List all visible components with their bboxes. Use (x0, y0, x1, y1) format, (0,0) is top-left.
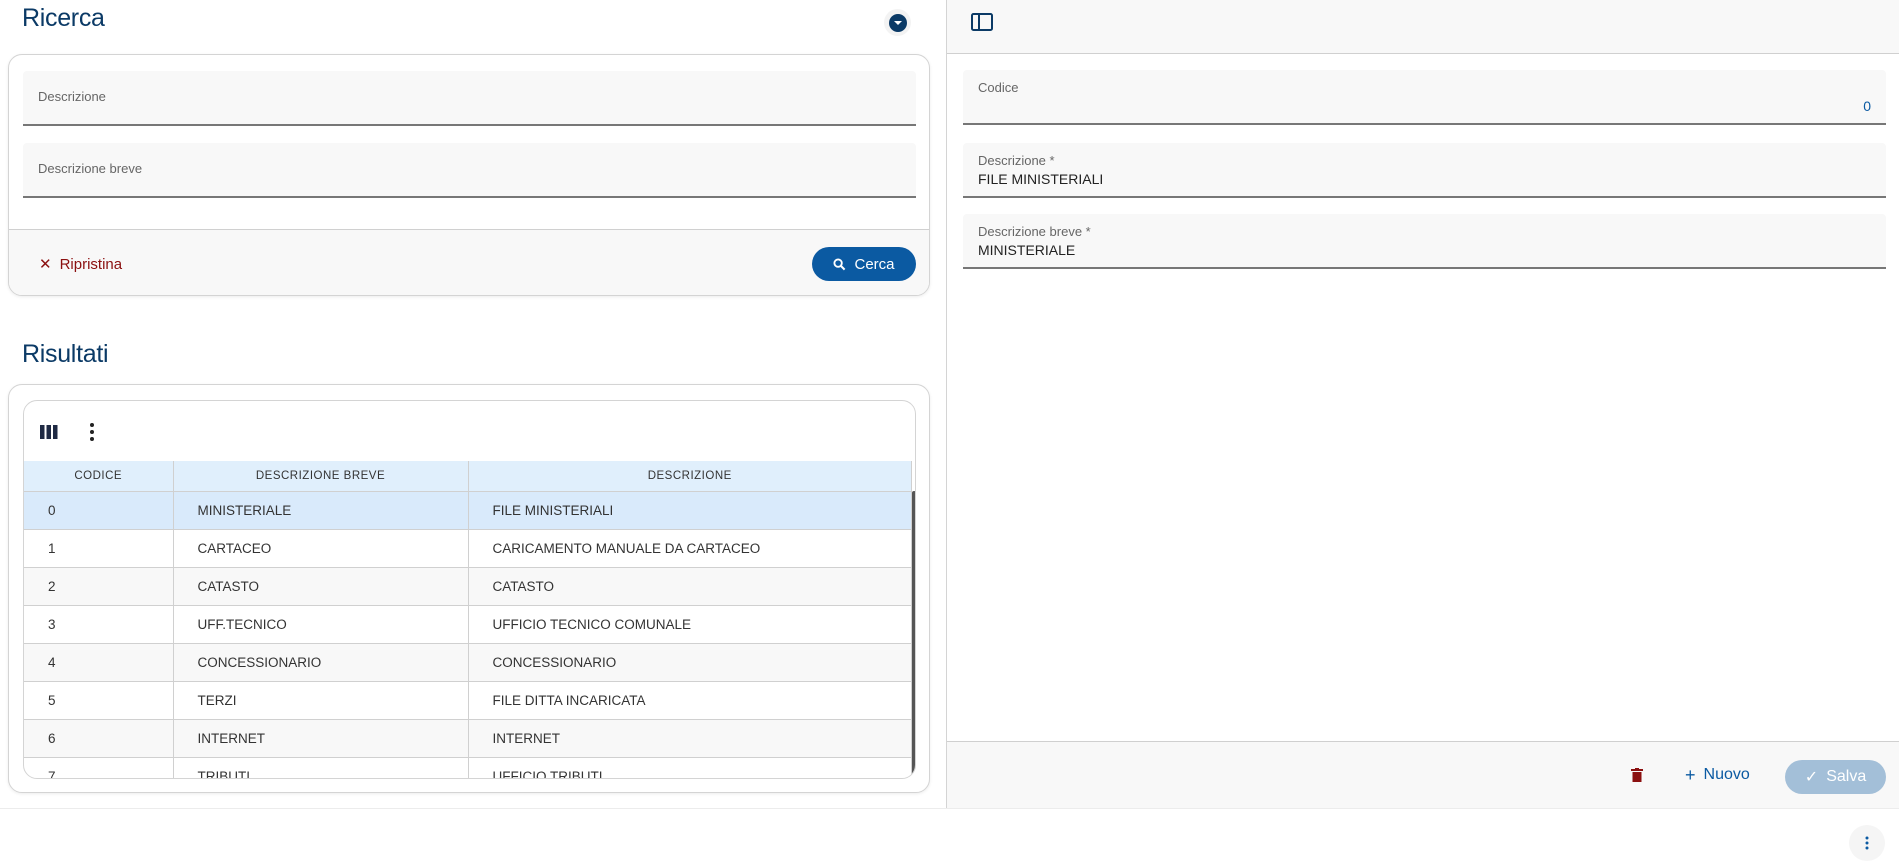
table-row[interactable]: 4 CONCESSIONARIO CONCESSIONARIO (24, 643, 912, 682)
reset-button[interactable]: ✕ Ripristina (39, 250, 122, 278)
table-cell: 2 (24, 567, 174, 606)
table-cell: CATASTO (173, 567, 469, 606)
table-cell: INTERNET (468, 719, 912, 758)
results-card: CODICE DESCRIZIONE BREVE DESCRIZIONE 0 MI… (8, 384, 930, 793)
table-cell: 6 (24, 719, 174, 758)
new-label: Nuovo (1703, 766, 1750, 783)
search-icon (833, 257, 846, 270)
columns-icon[interactable] (40, 425, 58, 439)
field-label: Descrizione * (978, 153, 1055, 168)
search-descrizione-field[interactable]: Descrizione (23, 71, 916, 126)
table-cell: FILE MINISTERIALI (468, 491, 912, 530)
new-button[interactable]: + Nuovo (1685, 760, 1750, 790)
save-label: Salva (1826, 768, 1867, 785)
save-button[interactable]: ✓ Salva (1785, 760, 1886, 794)
trash-icon[interactable] (1631, 768, 1643, 782)
table-row[interactable]: 6 INTERNET INTERNET (24, 719, 912, 758)
table-row[interactable]: 5 TERZI FILE DITTA INCARICATA (24, 681, 912, 720)
search-title: Ricerca (22, 4, 105, 32)
table-cell: CONCESSIONARIO (468, 643, 912, 682)
results-grid: CODICE DESCRIZIONE BREVE DESCRIZIONE 0 MI… (23, 400, 916, 779)
more-vertical-icon (1865, 836, 1869, 850)
field-label: Descrizione breve (38, 161, 143, 176)
search-card: Descrizione Descrizione breve ✕ Ripristi… (8, 54, 930, 296)
table-cell: UFF.TECNICO (173, 605, 469, 644)
results-table: CODICE DESCRIZIONE BREVE DESCRIZIONE 0 MI… (24, 461, 912, 778)
detail-header (947, 0, 1899, 54)
chevron-down-circle-icon (888, 13, 907, 32)
table-cell: 3 (24, 605, 174, 644)
column-header-codice[interactable]: CODICE (24, 461, 174, 492)
field-label: Descrizione (38, 89, 106, 104)
detail-field-2[interactable]: Descrizione breve * MINISTERIALE (963, 214, 1886, 269)
table-cell: 1 (24, 529, 174, 568)
table-cell: 0 (24, 491, 174, 530)
field-label: Descrizione breve * (978, 224, 1091, 239)
detail-field-0[interactable]: Codice 0 (963, 70, 1886, 125)
field-value: FILE MINISTERIALI (978, 171, 1104, 187)
table-cell: 7 (24, 757, 174, 778)
field-value: MINISTERIALE (978, 242, 1076, 258)
results-table-container: CODICE DESCRIZIONE BREVE DESCRIZIONE 0 MI… (24, 461, 912, 778)
sidebar-toggle-icon[interactable] (971, 13, 993, 31)
table-cell: UFFICIO TRIBUTI (468, 757, 912, 778)
table-cell: CARICAMENTO MANUALE DA CARTACEO (468, 529, 912, 568)
field-value: 0 (1863, 98, 1871, 114)
table-scrollbar[interactable] (912, 491, 915, 778)
table-cell: INTERNET (173, 719, 469, 758)
bottom-divider (0, 808, 1899, 809)
column-header-descrizione-breve[interactable]: DESCRIZIONE BREVE (173, 461, 469, 492)
close-icon: ✕ (39, 256, 52, 273)
panel-divider (946, 0, 947, 808)
detail-footer: + Nuovo ✓ Salva (947, 741, 1899, 808)
table-cell: CONCESSIONARIO (173, 643, 469, 682)
check-icon: ✓ (1804, 769, 1819, 786)
search-descrizione-breve-field[interactable]: Descrizione breve (23, 143, 916, 198)
field-label: Codice (978, 80, 1019, 95)
table-cell: 5 (24, 681, 174, 720)
table-row[interactable]: 0 MINISTERIALE FILE MINISTERIALI (24, 491, 912, 530)
table-cell: CARTACEO (173, 529, 469, 568)
more-options-button[interactable] (1849, 825, 1885, 861)
column-header-descrizione[interactable]: DESCRIZIONE (468, 461, 912, 492)
search-footer: ✕ Ripristina Cerca (9, 229, 929, 295)
search-label: Cerca (854, 255, 895, 273)
table-row[interactable]: 3 UFF.TECNICO UFFICIO TECNICO COMUNALE (24, 605, 912, 644)
table-cell: 4 (24, 643, 174, 682)
detail-field-1[interactable]: Descrizione * FILE MINISTERIALI (963, 143, 1886, 198)
reset-label: Ripristina (59, 255, 123, 273)
collapse-search-button[interactable] (884, 9, 911, 36)
table-cell: CATASTO (468, 567, 912, 606)
table-cell: MINISTERIALE (173, 491, 469, 530)
table-cell: TRIBUTI (173, 757, 469, 778)
more-vertical-icon[interactable] (89, 422, 95, 442)
table-row[interactable]: 1 CARTACEO CARICAMENTO MANUALE DA CARTACEO (24, 529, 912, 568)
table-cell: FILE DITTA INCARICATA (468, 681, 912, 720)
plus-icon: + (1685, 764, 1696, 785)
results-title: Risultati (22, 340, 109, 368)
table-cell: UFFICIO TECNICO COMUNALE (468, 605, 912, 644)
table-row[interactable]: 2 CATASTO CATASTO (24, 567, 912, 606)
table-row[interactable]: 7 TRIBUTI UFFICIO TRIBUTI (24, 757, 912, 778)
search-button[interactable]: Cerca (812, 247, 916, 281)
table-cell: TERZI (173, 681, 469, 720)
